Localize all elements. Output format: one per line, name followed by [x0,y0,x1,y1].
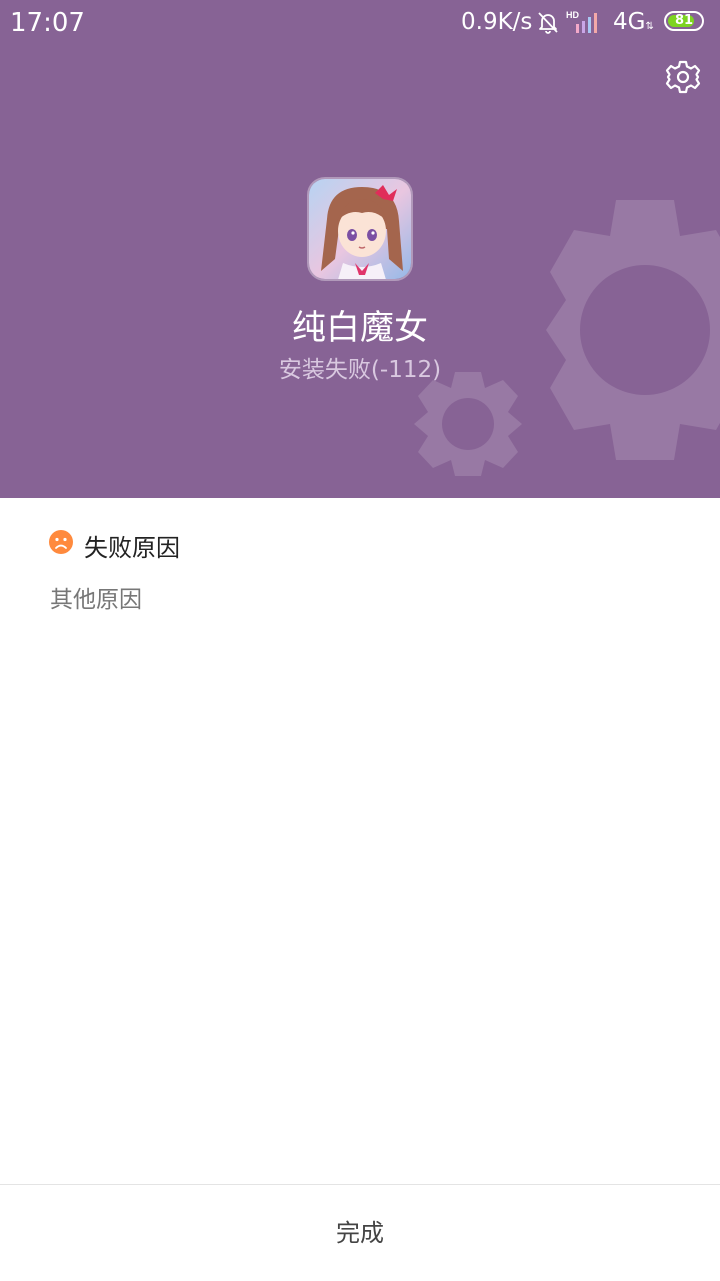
app-name: 纯白魔女 [292,308,428,348]
done-button[interactable]: 完成 [0,1185,720,1281]
failure-reason-text: 其他原因 [50,587,142,613]
network-arrows: ⇅ [645,21,654,32]
gear-icon[interactable] [664,58,702,96]
status-bar: 17:07 0.9K/s HD 4G⇅ 81 [0,0,720,48]
network-type-label: 4G [613,9,646,35]
battery-percent: 81 [674,13,694,28]
app-icon-artwork [309,179,411,279]
signal-bars-icon: HD [566,10,597,33]
header: 17:07 0.9K/s HD 4G⇅ 81 纯白魔女 安装失败(-112) [0,0,720,498]
failure-reason-title: 失败原因 [84,534,180,562]
sad-face-icon [49,530,73,554]
signal-hd-label: HD [566,10,579,20]
bell-muted-icon [538,12,558,34]
battery-icon: 81 [664,11,704,31]
network-type: 4G⇅ [613,9,654,35]
bottom-bar: 完成 [0,1184,720,1280]
status-time: 17:07 [10,8,85,38]
app-icon [307,177,413,281]
install-status: 安装失败(-112) [278,357,442,383]
network-speed: 0.9K/s [461,9,533,35]
